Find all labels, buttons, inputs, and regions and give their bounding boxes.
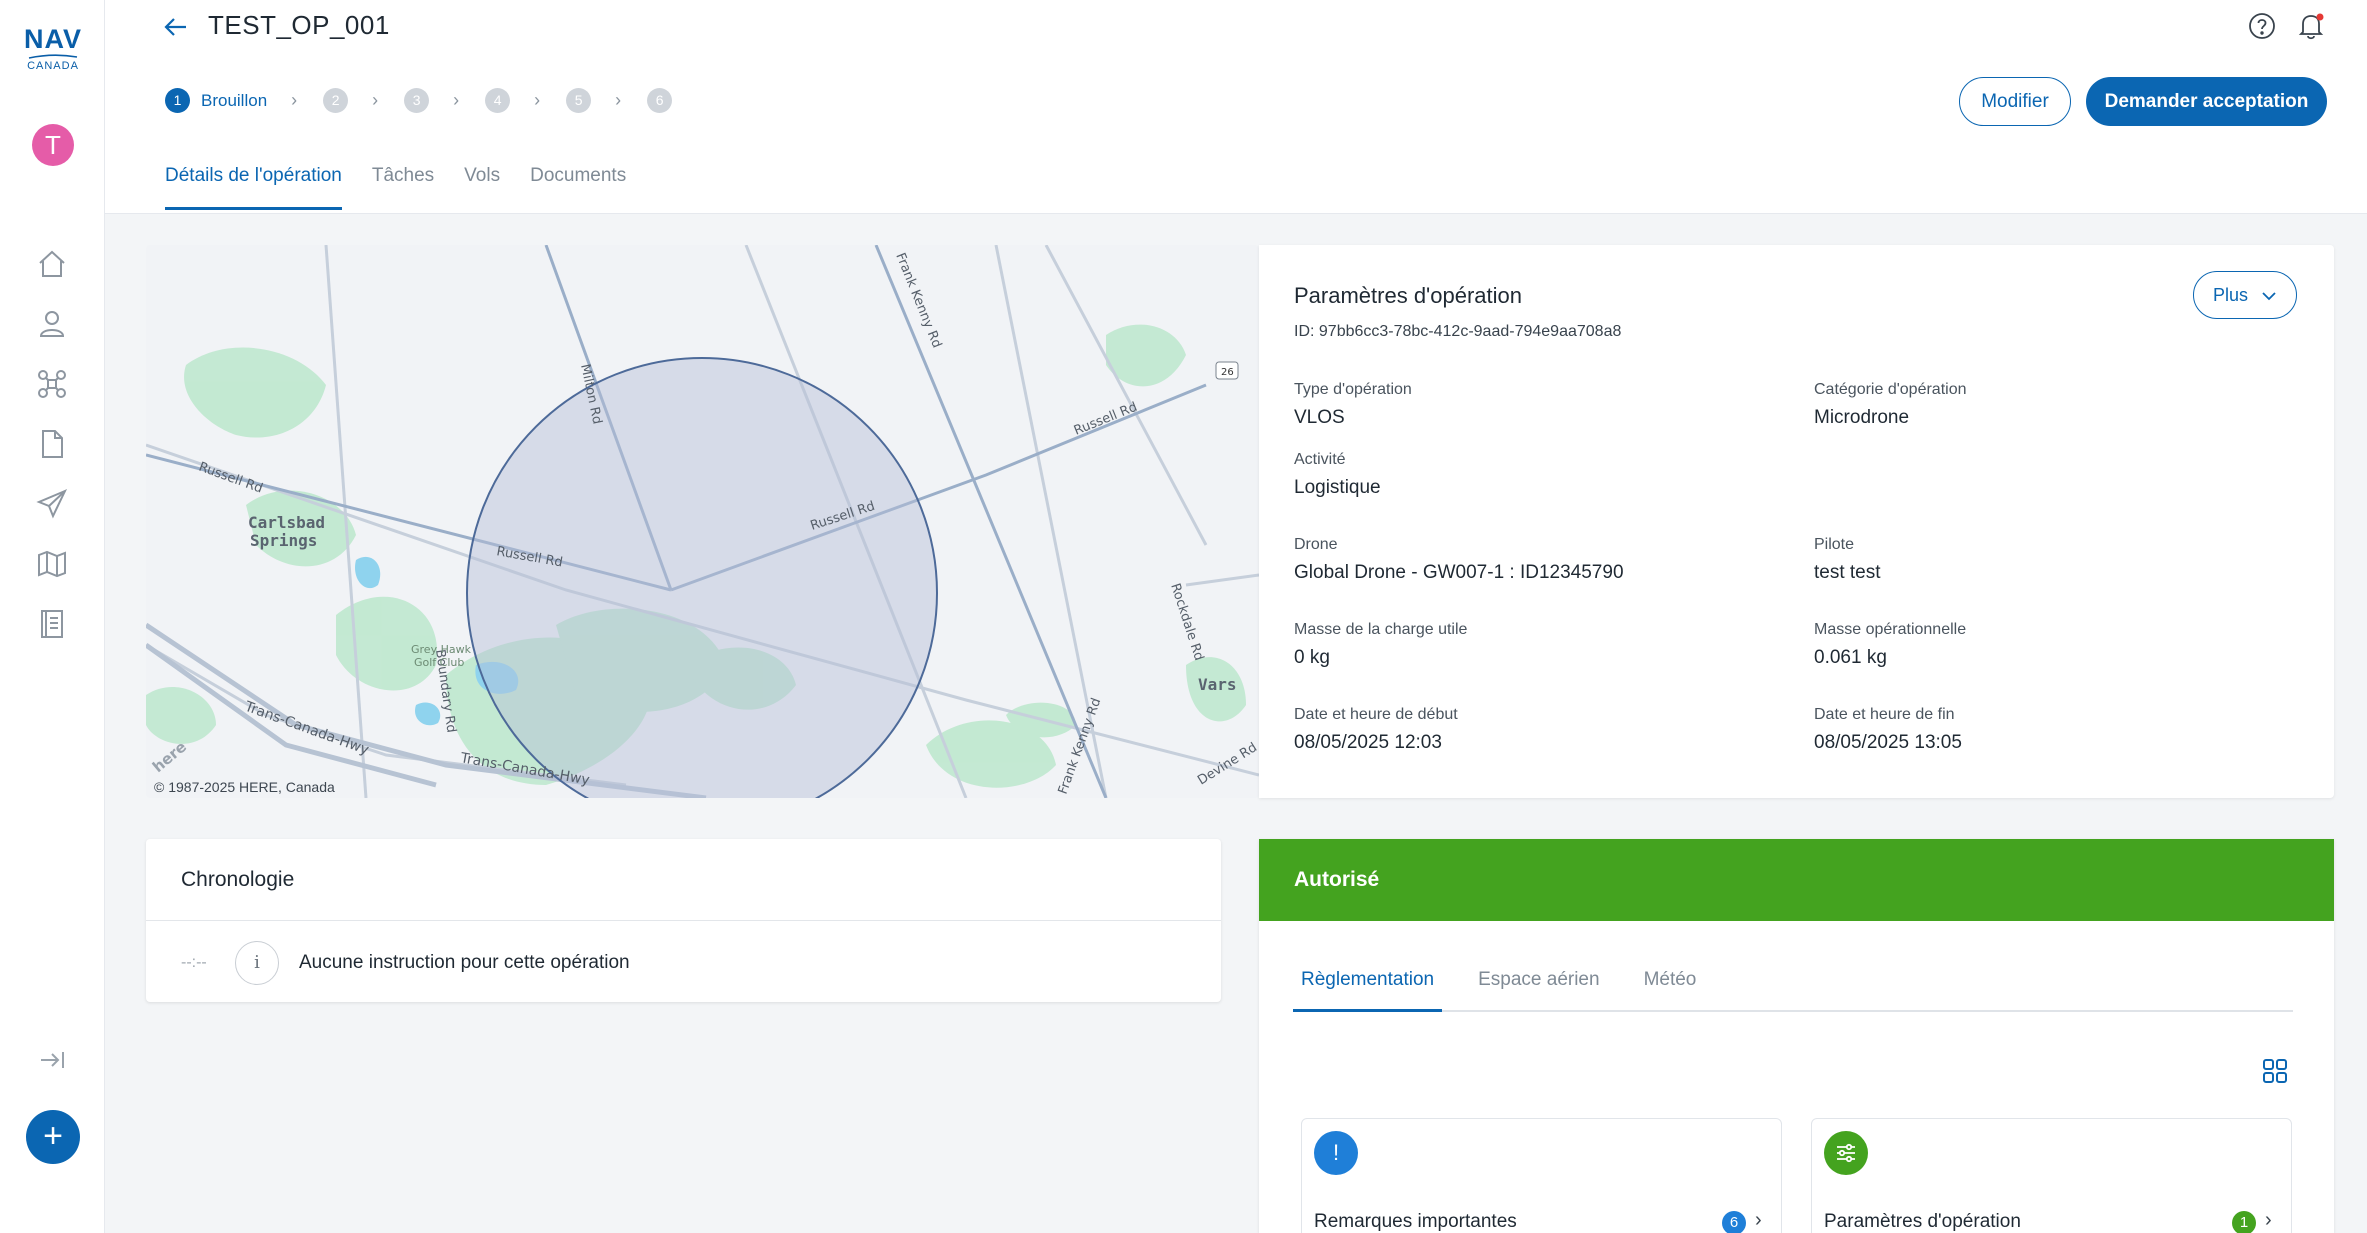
chevron-down-icon bbox=[2262, 292, 2276, 301]
map-label-vars: Vars bbox=[1198, 675, 1237, 694]
map-label-golf-club: Golf Club bbox=[414, 656, 464, 669]
step-1[interactable]: 1 bbox=[165, 88, 190, 113]
create-button[interactable]: + bbox=[26, 1110, 80, 1164]
field-drone: Drone Global Drone - GW007-1 : ID1234579… bbox=[1294, 536, 1624, 583]
important-remarks-card[interactable]: ! Remarques importantes 6 › bbox=[1301, 1118, 1782, 1233]
authorization-status: Autorisé bbox=[1259, 839, 2334, 921]
step-4[interactable]: 4 bbox=[485, 88, 511, 113]
chevron-right-icon: › bbox=[1755, 1209, 1762, 1231]
main-tabs: Détails de l'opération Tâches Vols Docum… bbox=[165, 165, 656, 210]
highway-number: 26 bbox=[1221, 367, 1234, 378]
map-icon[interactable] bbox=[33, 545, 71, 583]
info-icon: i bbox=[235, 941, 279, 985]
grid-view-icon[interactable] bbox=[2262, 1058, 2288, 1089]
tab-airspace[interactable]: Espace aérien bbox=[1470, 969, 1607, 1010]
map-label-carlsbad-1: Carlsbad bbox=[248, 513, 325, 532]
field-pilot: Pilote test test bbox=[1814, 536, 1881, 583]
field-payload-mass: Masse de la charge utile 0 kg bbox=[1294, 621, 1468, 668]
tab-operation-details[interactable]: Détails de l'opération bbox=[165, 165, 342, 210]
chevron-right-icon: › bbox=[453, 90, 460, 110]
chronology-title: Chronologie bbox=[146, 839, 1221, 921]
notification-bell-icon[interactable] bbox=[2297, 12, 2327, 42]
back-arrow-icon[interactable] bbox=[163, 14, 189, 45]
document-icon[interactable] bbox=[33, 425, 71, 463]
header: TEST_OP_001 1 Brouillon › 2 › 3 › 4 › 5 … bbox=[105, 0, 2367, 214]
chevron-right-icon: › bbox=[2265, 1209, 2272, 1231]
chronology-time: --:-- bbox=[181, 954, 207, 971]
chevron-right-icon: › bbox=[291, 90, 298, 110]
map-label-carlsbad-2: Springs bbox=[250, 531, 317, 550]
important-remarks-label: Remarques importantes bbox=[1314, 1211, 1517, 1232]
field-start-datetime: Date et heure de début 08/05/2025 12:03 bbox=[1294, 706, 1458, 753]
params-count-badge: 1 bbox=[2232, 1211, 2256, 1233]
field-end-datetime: Date et heure de fin 08/05/2025 13:05 bbox=[1814, 706, 1962, 753]
user-icon[interactable] bbox=[33, 305, 71, 343]
logo-name: NAV bbox=[23, 24, 82, 54]
field-operation-category: Catégorie d'opération Microdrone bbox=[1814, 381, 1967, 428]
step-5[interactable]: 5 bbox=[566, 88, 592, 113]
operation-id: ID: 97bb6cc3-78bc-412c-9aad-794e9aa708a8 bbox=[1294, 323, 1622, 340]
chronology-card: Chronologie --:-- i Aucune instruction p… bbox=[146, 839, 1221, 1002]
nav-canada-logo[interactable]: NAV CANADA bbox=[22, 24, 84, 73]
tab-regulation[interactable]: Règlementation bbox=[1293, 969, 1443, 1012]
tab-tasks[interactable]: Tâches bbox=[372, 165, 434, 210]
tab-flights[interactable]: Vols bbox=[464, 165, 500, 210]
authorization-tabs: Règlementation Espace aérien Météo bbox=[1293, 969, 2293, 1012]
chronology-message: Aucune instruction pour cette opération bbox=[299, 952, 630, 973]
chevron-right-icon: › bbox=[615, 90, 622, 110]
stepper: 1 Brouillon › 2 › 3 › 4 › 5 › 6 bbox=[165, 88, 673, 113]
collapse-right-icon[interactable] bbox=[33, 1041, 71, 1079]
send-icon[interactable] bbox=[33, 485, 71, 523]
logo-sub: CANADA bbox=[27, 60, 79, 72]
tab-documents[interactable]: Documents bbox=[530, 165, 626, 210]
step-1-label: Brouillon bbox=[201, 90, 268, 110]
operation-params-summary-card[interactable]: Paramètres d'opération 1 › bbox=[1811, 1118, 2292, 1233]
modify-button[interactable]: Modifier bbox=[1959, 77, 2071, 126]
params-title: Paramètres d'opération bbox=[1294, 283, 1522, 308]
map-canvas: Milton Rd Frank Kenny Rd Frank Kenny Rd … bbox=[146, 245, 1259, 798]
page-title: TEST_OP_001 bbox=[208, 10, 390, 40]
exclamation-icon: ! bbox=[1314, 1131, 1358, 1175]
remarks-count-badge: 6 bbox=[1722, 1211, 1746, 1233]
field-activity: Activité Logistique bbox=[1294, 451, 1381, 498]
map-label-russell-right: Russell Rd bbox=[1072, 400, 1140, 439]
step-3[interactable]: 3 bbox=[404, 88, 430, 113]
authorization-card: Autorisé Règlementation Espace aérien Mé… bbox=[1259, 839, 2334, 1233]
map-copyright: © 1987-2025 HERE, Canada bbox=[154, 779, 335, 795]
drone-icon[interactable] bbox=[33, 365, 71, 403]
chevron-right-icon: › bbox=[534, 90, 541, 110]
map-label-rockdale: Rockdale Rd bbox=[1167, 582, 1206, 663]
step-2[interactable]: 2 bbox=[323, 88, 349, 113]
chevron-right-icon: › bbox=[372, 90, 379, 110]
sliders-icon bbox=[1824, 1131, 1868, 1175]
map-label-russell-left: Russell Rd bbox=[197, 460, 265, 497]
map-label-grey-hawk-1: Grey Hawk bbox=[411, 643, 472, 656]
step-6[interactable]: 6 bbox=[647, 88, 673, 113]
field-operational-mass: Masse opérationnelle 0.061 kg bbox=[1814, 621, 1967, 668]
home-icon[interactable] bbox=[33, 245, 71, 283]
operation-params-summary-label: Paramètres d'opération bbox=[1824, 1211, 2021, 1232]
more-label: Plus bbox=[2212, 285, 2248, 305]
operation-map[interactable]: Milton Rd Frank Kenny Rd Frank Kenny Rd … bbox=[146, 245, 1259, 798]
more-dropdown-button[interactable]: Plus bbox=[2193, 271, 2297, 319]
map-label-devine: Devine Rd bbox=[1195, 740, 1259, 788]
logbook-icon[interactable] bbox=[33, 605, 71, 643]
tab-weather[interactable]: Météo bbox=[1636, 969, 1705, 1010]
sidebar: NAV CANADA T + bbox=[0, 0, 105, 1233]
help-icon[interactable] bbox=[2248, 12, 2278, 42]
avatar[interactable]: T bbox=[32, 124, 74, 166]
operation-parameters-card: Paramètres d'opération ID: 97bb6cc3-78bc… bbox=[1259, 245, 2334, 798]
request-acceptance-button[interactable]: Demander acceptation bbox=[2086, 77, 2327, 126]
chronology-row: --:-- i Aucune instruction pour cette op… bbox=[181, 941, 630, 985]
field-operation-type: Type d'opération VLOS bbox=[1294, 381, 1412, 428]
